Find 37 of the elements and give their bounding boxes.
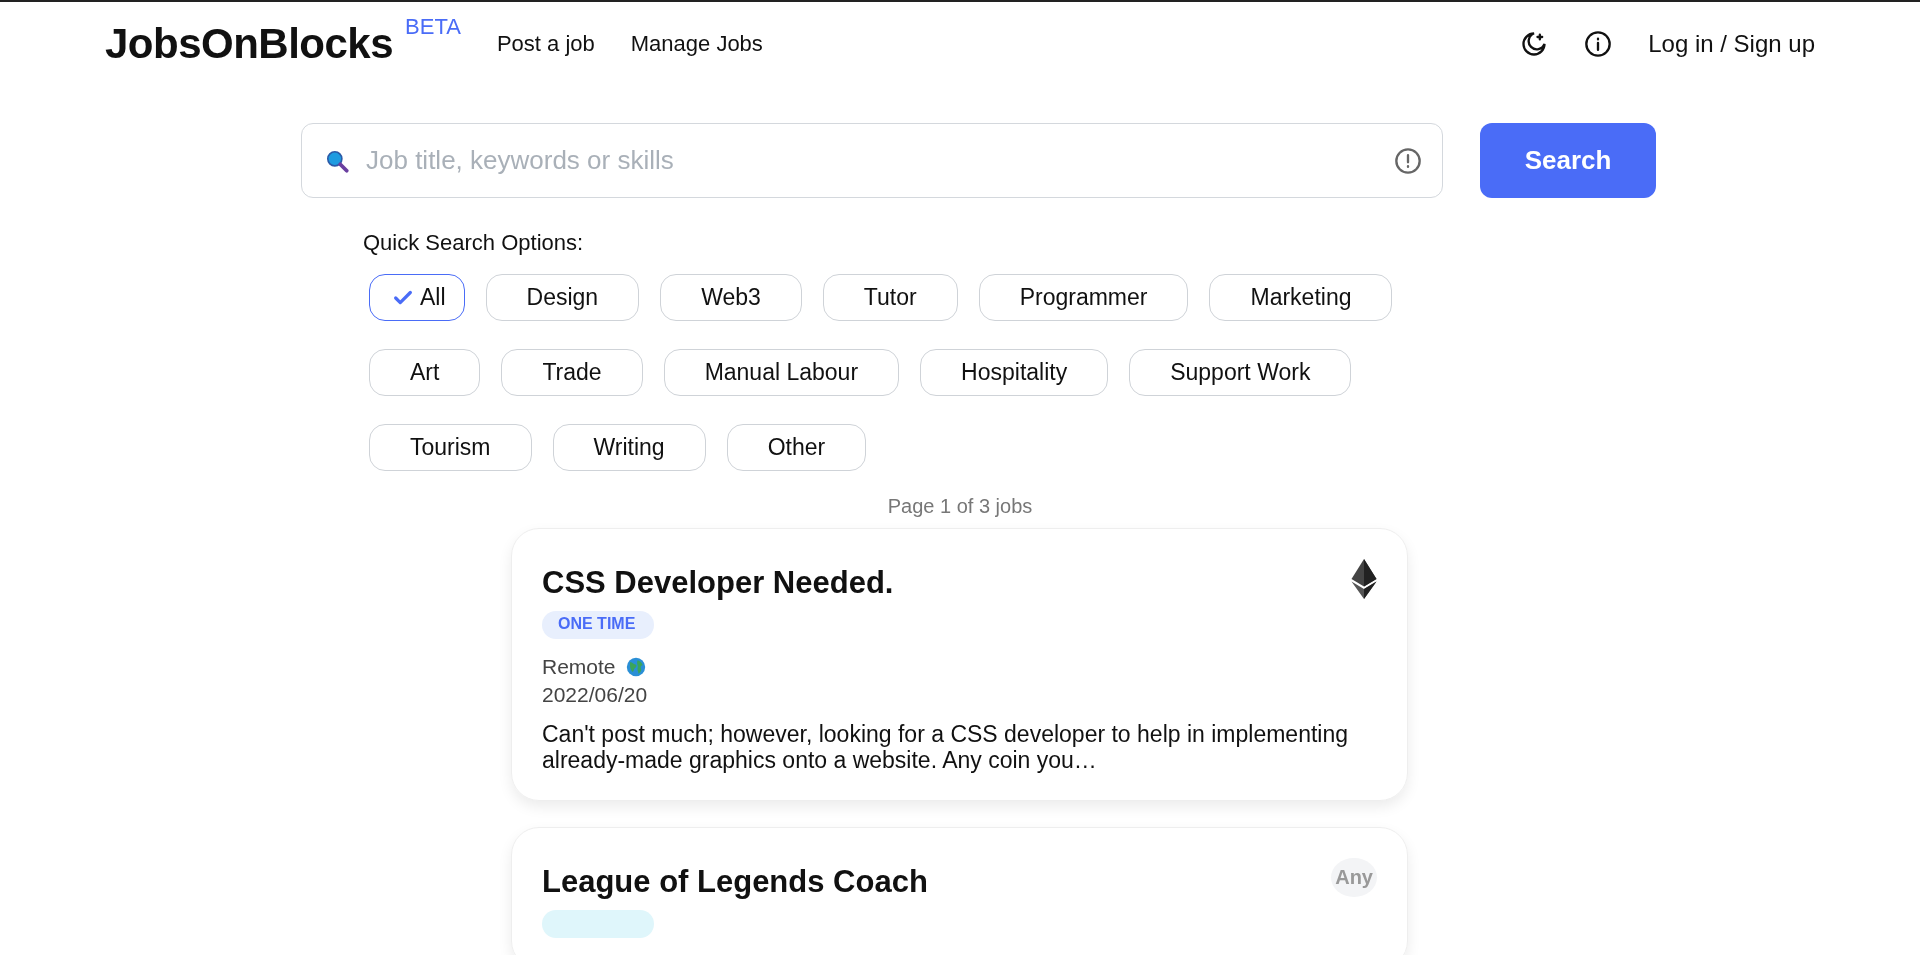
ethereum-icon <box>1351 559 1377 599</box>
info-icon[interactable] <box>1584 30 1613 58</box>
search-field[interactable]: Job title, keywords or skills <box>364 144 1380 177</box>
category-chip[interactable]: Programmer <box>978 274 1189 321</box>
site-logo[interactable]: JobsOnBlocks <box>105 20 394 68</box>
category-chip[interactable]: All <box>369 274 465 321</box>
search-bar[interactable]: Job title, keywords or skills <box>301 123 1443 198</box>
category-chip[interactable]: Hospitality <box>920 349 1109 396</box>
quick-search-label: Quick Search Options: <box>363 230 585 256</box>
category-chip[interactable]: Marketing <box>1209 274 1393 321</box>
category-chip[interactable]: Support Work <box>1129 349 1352 396</box>
nav-link[interactable]: Manage Jobs <box>630 31 763 57</box>
nav-link[interactable]: Post a job <box>496 31 595 57</box>
category-chip[interactable]: Art <box>369 349 481 396</box>
job-description: Can't post much; however, looking for a CSS developer to help in implementing already-made graphics onto a website. Any coin you… <box>542 721 1349 774</box>
category-chip[interactable]: Web3 <box>660 274 802 321</box>
job-location: Remote <box>542 655 616 679</box>
search-button[interactable]: Search <box>1480 123 1656 198</box>
category-chip[interactable]: Other <box>726 424 867 471</box>
category-chip[interactable]: Trade <box>501 349 643 396</box>
login-signup-link[interactable]: Log in / Sign up <box>1648 30 1815 58</box>
globe-icon <box>625 657 646 677</box>
category-chip[interactable]: Design <box>485 274 640 321</box>
moon-icon[interactable] <box>1520 30 1549 58</box>
job-title: CSS Developer Needed. <box>542 565 894 601</box>
category-chip[interactable]: Tutor <box>822 274 958 321</box>
payment-label: Any <box>1331 857 1377 897</box>
category-chip[interactable]: Writing <box>552 424 706 471</box>
job-date: 2022/06/20 <box>542 683 649 707</box>
page-info: Page 1 of 3 jobs <box>886 495 1034 518</box>
beta-label: BETA <box>405 14 461 40</box>
category-chip[interactable]: Manual Labour <box>663 349 900 396</box>
alert-icon[interactable] <box>1394 146 1422 175</box>
job-type-tag: ONE TIME <box>542 611 654 639</box>
category-chip[interactable]: Tourism <box>369 424 532 471</box>
job-card[interactable]: CSS Developer Needed. ONE TIME Remote 2022/06/20 Can't post much; however, looking for a CSS developer to help in implementing already-made graphics onto a website. Any coin you… <box>511 528 1408 801</box>
job-title: League of Legends Coach <box>542 863 928 900</box>
